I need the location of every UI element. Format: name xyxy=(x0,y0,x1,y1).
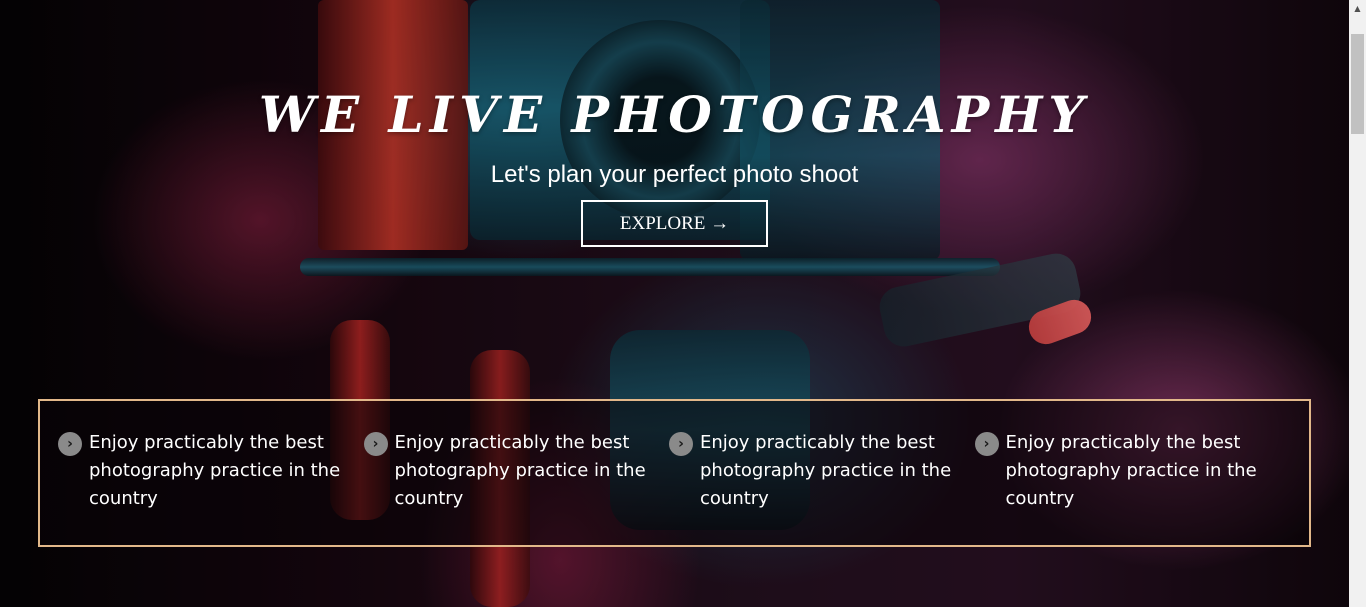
hero-subtitle: Let's plan your perfect photo shoot xyxy=(490,161,859,188)
feature-text: Enjoy practicably the best photography p… xyxy=(89,432,341,509)
explore-button[interactable]: EXPLORE → xyxy=(581,200,768,247)
features-box: › Enjoy practicably the best photography… xyxy=(38,399,1311,547)
chevron-right-icon: › xyxy=(669,432,693,456)
chevron-right-icon: › xyxy=(58,432,82,456)
feature-text: Enjoy practicably the best photography p… xyxy=(700,432,952,509)
page: WE LIVE PHOTOGRAPHY Let's plan your perf… xyxy=(0,0,1366,607)
chevron-right-icon: › xyxy=(363,432,388,456)
chevron-right-icon: › xyxy=(974,432,999,456)
feature-item: › Enjoy practicably the best photography… xyxy=(974,429,1281,545)
feature-item: › Enjoy practicably the best photography… xyxy=(363,429,670,545)
scrollbar-thumb[interactable] xyxy=(1351,34,1364,134)
hero-title: WE LIVE PHOTOGRAPHY xyxy=(258,85,1091,144)
scroll-up-arrow-icon[interactable]: ▲ xyxy=(1349,0,1366,17)
feature-item: › Enjoy practicably the best photography… xyxy=(58,429,364,545)
feature-text: Enjoy practicably the best photography p… xyxy=(1005,432,1257,509)
feature-item: › Enjoy practicably the best photography… xyxy=(669,429,975,545)
feature-text: Enjoy practicably the best photography p… xyxy=(394,432,646,509)
vertical-scrollbar[interactable]: ▲ xyxy=(1349,0,1366,607)
